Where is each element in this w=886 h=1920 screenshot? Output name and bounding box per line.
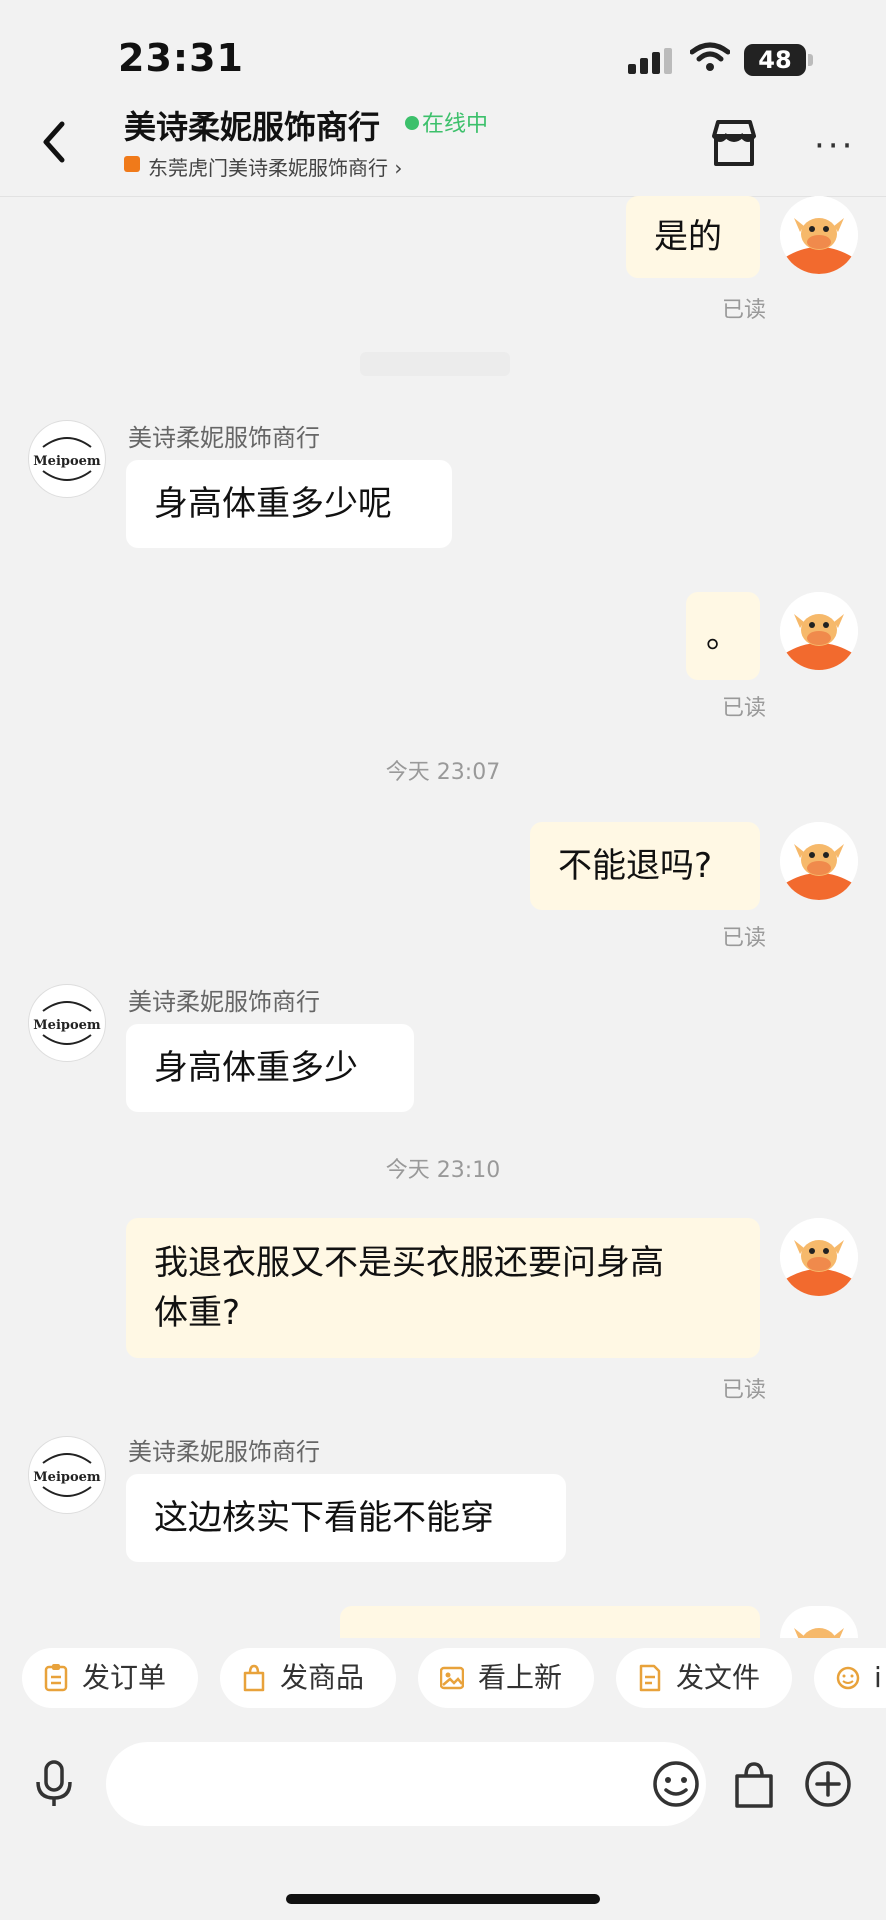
- chip-label: 看上新: [478, 1661, 563, 1694]
- shop-avatar[interactable]: Meipoem: [28, 420, 106, 498]
- message-bubble-self: 我退衣服又不是买衣服还要问身高 体重?: [126, 1218, 760, 1358]
- view-new-arrivals-button[interactable]: 看上新: [418, 1648, 594, 1708]
- message-timestamp: 今天 23:10: [385, 1158, 501, 1183]
- store-icon[interactable]: [708, 118, 760, 168]
- svg-text:Meipoem: Meipoem: [33, 1470, 101, 1485]
- message-bubble-self: 是的: [626, 196, 760, 278]
- message-bubble-other: 身高体重多少: [126, 1024, 414, 1112]
- message-bubble-self: 。: [686, 592, 760, 680]
- emoji-icon[interactable]: [652, 1760, 700, 1808]
- message-input[interactable]: [106, 1742, 706, 1826]
- message-text: 不能退吗?: [558, 846, 713, 886]
- order-icon: [44, 1664, 68, 1692]
- emoji-chip-button[interactable]: i: [814, 1648, 886, 1708]
- message-input-row: [0, 1742, 886, 1832]
- cow-avatar-icon: [780, 1606, 858, 1638]
- read-status: 已读: [721, 696, 766, 721]
- shopping-bag-icon: [243, 1664, 265, 1692]
- shop-name[interactable]: 美诗柔妮服饰商行: [124, 102, 380, 148]
- meipoem-logo-icon: Meipoem: [33, 1001, 101, 1045]
- svg-text:Meipoem: Meipoem: [33, 454, 101, 469]
- message-timestamp: 今天 23:07: [385, 760, 501, 785]
- send-file-button[interactable]: 发文件: [616, 1648, 792, 1708]
- wifi-icon: [690, 42, 730, 71]
- chat-header: 美诗柔妮服饰商行 在线中 东莞虎门美诗柔妮服饰商行 › ···: [0, 96, 886, 197]
- battery-tip: [808, 54, 813, 66]
- message-bubble-self-partial: [340, 1606, 760, 1638]
- emoji-icon: [836, 1666, 860, 1690]
- read-status: 已读: [721, 298, 766, 323]
- cow-avatar-icon: [780, 822, 858, 900]
- user-avatar-partial: [780, 1606, 858, 1638]
- meipoem-logo-icon: Meipoem: [33, 1453, 101, 1497]
- message-bubble-self: 不能退吗?: [530, 822, 760, 910]
- shop-avatar[interactable]: Meipoem: [28, 984, 106, 1062]
- online-dot: [405, 116, 419, 130]
- chip-label: 发订单: [82, 1661, 167, 1694]
- chip-label: 发商品: [280, 1661, 365, 1694]
- svg-text:Meipoem: Meipoem: [33, 1018, 101, 1033]
- status-time: 23:31: [118, 36, 244, 80]
- sender-name: 美诗柔妮服饰商行: [128, 988, 320, 1016]
- message-text-line-1: 我退衣服又不是买衣服还要问身高: [154, 1243, 664, 1283]
- message-bubble-other: 身高体重多少呢: [126, 460, 452, 548]
- user-avatar[interactable]: [780, 196, 858, 274]
- status-bar: 23:31 48: [0, 0, 886, 110]
- cellular-signal-icon: [628, 48, 672, 74]
- meipoem-logo-icon: Meipoem: [33, 437, 101, 481]
- user-avatar[interactable]: [780, 592, 858, 670]
- online-status: 在线中: [422, 112, 489, 137]
- user-avatar[interactable]: [780, 1218, 858, 1296]
- plus-icon[interactable]: [804, 1760, 852, 1808]
- send-product-button[interactable]: 发商品: [220, 1648, 396, 1708]
- read-status: 已读: [721, 926, 766, 951]
- message-text: 身高体重多少呢: [154, 484, 392, 524]
- shop-avatar[interactable]: Meipoem: [28, 1436, 106, 1514]
- cow-avatar-icon: [780, 1218, 858, 1296]
- user-avatar[interactable]: [780, 822, 858, 900]
- message-text: 这边核实下看能不能穿: [154, 1498, 494, 1538]
- file-icon: [639, 1664, 661, 1692]
- sender-name: 美诗柔妮服饰商行: [128, 424, 320, 452]
- recalled-notice: [360, 352, 510, 376]
- quick-actions-bar: 发订单 发商品 看上新 发文件 i: [0, 1638, 886, 1718]
- battery-indicator: 48: [744, 44, 806, 76]
- cow-avatar-icon: [780, 592, 858, 670]
- microphone-icon[interactable]: [34, 1760, 74, 1808]
- message-text-line-2: 体重?: [154, 1293, 241, 1333]
- message-text: 是的: [654, 217, 722, 257]
- shop-badge-icon: [124, 156, 140, 172]
- home-indicator[interactable]: [286, 1894, 600, 1904]
- back-arrow-icon[interactable]: [36, 118, 76, 166]
- message-text: 身高体重多少: [154, 1048, 358, 1088]
- message-text: 。: [706, 616, 740, 656]
- shopping-bag-icon[interactable]: [732, 1760, 776, 1810]
- chip-label: 发文件: [676, 1661, 761, 1694]
- message-bubble-other: 这边核实下看能不能穿: [126, 1474, 566, 1562]
- send-order-button[interactable]: 发订单: [22, 1648, 198, 1708]
- shop-subtitle-link[interactable]: 东莞虎门美诗柔妮服饰商行 ›: [148, 152, 402, 181]
- cow-avatar-icon: [780, 196, 858, 274]
- read-status: 已读: [721, 1378, 766, 1403]
- more-options-icon[interactable]: ···: [814, 126, 855, 166]
- image-icon: [440, 1666, 464, 1690]
- chip-label: i: [874, 1661, 882, 1694]
- sender-name: 美诗柔妮服饰商行: [128, 1438, 320, 1466]
